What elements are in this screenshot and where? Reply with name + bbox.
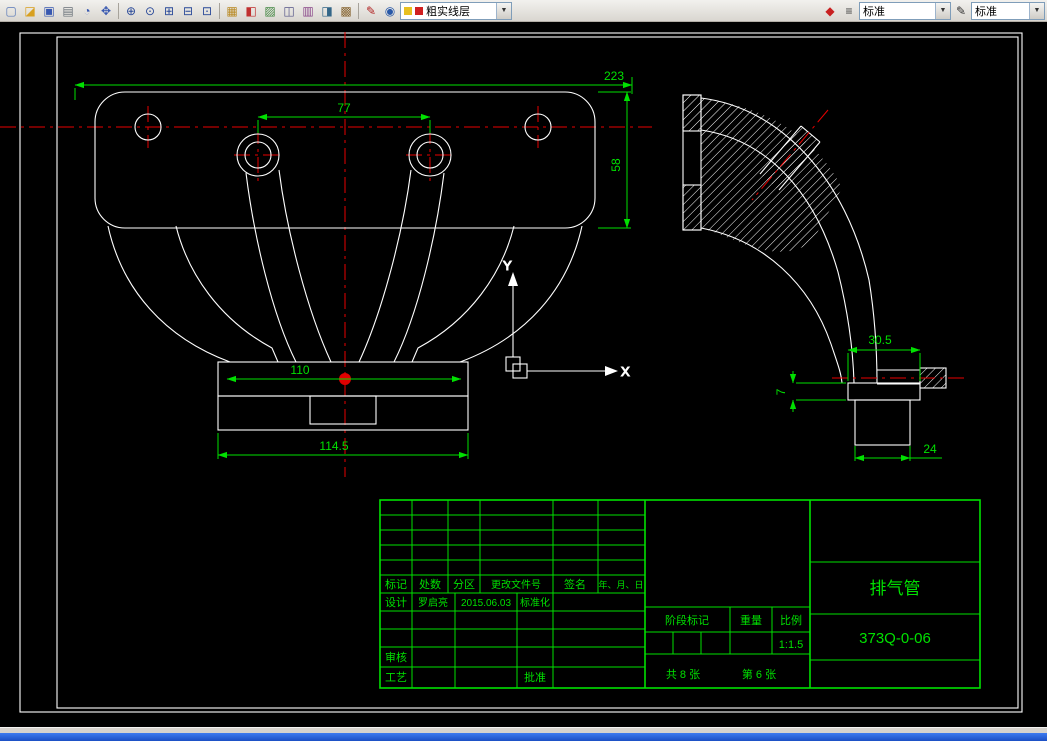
- zoom-in-icon[interactable]: ⊞: [160, 2, 178, 20]
- tb-designer: 罗启亮: [418, 596, 448, 609]
- lineweight-icon[interactable]: ≡: [840, 2, 858, 20]
- dim-flange-width: 223: [604, 69, 624, 83]
- layer-on-icon: [404, 6, 412, 15]
- dim-side-block-width: 24: [923, 442, 937, 456]
- tb-header-change-no: 更改文件号: [491, 578, 541, 591]
- tb-part-name: 排气管: [870, 579, 921, 598]
- zoom-dynamic-icon[interactable]: ⊙: [141, 2, 159, 20]
- zoom-out-icon[interactable]: ⊟: [179, 2, 197, 20]
- tb-process-label: 工艺: [385, 671, 407, 684]
- dim-style-icon[interactable]: ▥: [299, 2, 317, 20]
- layers-icon[interactable]: ▦: [223, 2, 241, 20]
- layer-combo-value: 粗实线层: [426, 5, 470, 18]
- tb-weight-label: 重量: [740, 613, 762, 627]
- print-icon[interactable]: ▤: [59, 2, 77, 20]
- color-control-icon[interactable]: ◆: [821, 2, 839, 20]
- tb-design-label: 设计: [385, 596, 407, 609]
- tb-scale-value: 1:1.5: [779, 639, 803, 651]
- toolbar-separator: [358, 2, 359, 19]
- dim-side-flange-thickness: 7: [774, 388, 788, 395]
- zoom-extents-icon[interactable]: ⊡: [198, 2, 216, 20]
- linetype-icon[interactable]: ▨: [261, 2, 279, 20]
- cad-app-window: ▢ ◪ ▣ ▤ ◔ ✥ ⊕ ⊙ ⊞ ⊟ ⊡ ▦ ◧ ▨ ◫ ▥ ◨ ▩ ✎ ◉ …: [0, 0, 1047, 741]
- text-style-combo-value: 标准: [863, 5, 885, 18]
- toolbar-separator: [219, 2, 220, 19]
- tb-drawing-no: 373Q-0-06: [859, 630, 931, 647]
- sheet-frame: [19, 32, 1023, 713]
- properties-icon[interactable]: ▩: [337, 2, 355, 20]
- side-outlet-flange: [847, 382, 921, 401]
- tb-approve-label: 批准: [524, 670, 546, 684]
- tb-header-mark: 标记: [385, 577, 407, 591]
- text-style-icon[interactable]: ◫: [280, 2, 298, 20]
- dim-style-combo[interactable]: 标准 ▼: [971, 1, 1045, 20]
- tb-scale-label: 比例: [780, 613, 802, 627]
- tb-header-zone: 分区: [453, 578, 475, 591]
- side-view: [682, 94, 947, 446]
- chevron-down-icon[interactable]: ▼: [935, 2, 950, 19]
- tb-sheet-current: 第 6 张: [742, 667, 776, 681]
- tb-sheets-total: 共 8 张: [666, 668, 700, 681]
- chevron-down-icon[interactable]: ▼: [496, 2, 511, 19]
- taskbar-edge: [0, 733, 1047, 741]
- zoom-window-icon[interactable]: ⊕: [122, 2, 140, 20]
- layer-color-icon[interactable]: ◧: [242, 2, 260, 20]
- ucs-icon: Y X: [502, 257, 630, 379]
- tb-header-date: 年、月、日: [598, 579, 643, 590]
- toolbar: ▢ ◪ ▣ ▤ ◔ ✥ ⊕ ⊙ ⊞ ⊟ ⊡ ▦ ◧ ▨ ◫ ▥ ◨ ▩ ✎ ◉ …: [0, 0, 1047, 22]
- tb-stage-mark-label: 阶段标记: [665, 613, 709, 627]
- drawing-canvas[interactable]: Y X 223 77 58 110 114.5 30.5 7 24 标记 处数 …: [0, 22, 1047, 727]
- text-style-combo[interactable]: 标准 ▼: [859, 1, 951, 20]
- dim-outlet-width: 110: [290, 363, 309, 377]
- tb-design-date: 2015.06.03: [461, 598, 511, 609]
- toolbar-separator: [118, 2, 119, 19]
- tb-check-label: 审核: [385, 650, 407, 664]
- dim-style-combo-value: 标准: [975, 5, 997, 18]
- chevron-down-icon[interactable]: ▼: [1029, 2, 1044, 19]
- tb-standardization-label: 标准化: [520, 596, 550, 609]
- dim-outlet-plate-width: 114.5: [319, 439, 348, 453]
- match-props-icon[interactable]: ✎: [362, 2, 380, 20]
- preview-icon[interactable]: ◔: [78, 2, 96, 20]
- pan-icon[interactable]: ✥: [97, 2, 115, 20]
- table-icon[interactable]: ◨: [318, 2, 336, 20]
- layer-combo[interactable]: 粗实线层 ▼: [400, 1, 512, 20]
- dim-flange-height: 58: [609, 158, 623, 172]
- layer-color-chip: [415, 6, 423, 15]
- style-edit-icon[interactable]: ✎: [952, 2, 970, 20]
- y-axis-label: Y: [503, 258, 512, 273]
- save-icon[interactable]: ▣: [40, 2, 58, 20]
- tb-header-sign: 签名: [564, 577, 586, 591]
- new-icon[interactable]: ▢: [2, 2, 20, 20]
- dim-port-spacing: 77: [337, 101, 351, 115]
- x-axis-label: X: [621, 364, 630, 379]
- drawing-svg: Y X 223 77 58 110 114.5 30.5 7 24 标记 处数 …: [0, 32, 1023, 713]
- open-icon[interactable]: ◪: [21, 2, 39, 20]
- tb-header-count: 处数: [419, 578, 441, 591]
- regen-icon[interactable]: ◉: [381, 2, 399, 20]
- dim-side-flange-width: 30.5: [868, 333, 892, 347]
- centerlines-front: [0, 32, 652, 477]
